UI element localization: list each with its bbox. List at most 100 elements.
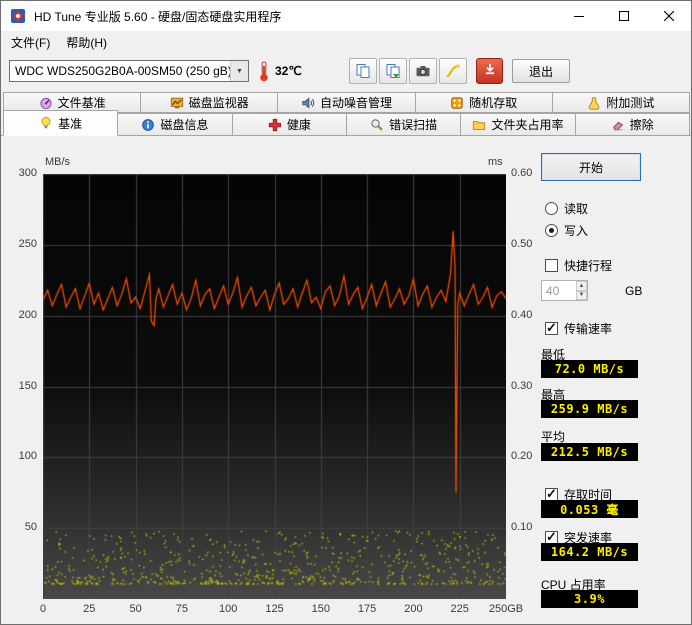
copy-icon <box>355 63 371 79</box>
write-radio-label: 写入 <box>564 224 589 238</box>
tab-row-2: 基准 磁盘信息 健康 错误扫描 文件夹占用率 擦除 <box>1 110 691 136</box>
axis-tick-label: 150 <box>18 379 37 392</box>
file-benchmark-icon <box>39 96 53 110</box>
read-radio[interactable] <box>545 202 558 215</box>
spin-up-icon[interactable]: ▲ <box>576 281 587 291</box>
transfer-rate-row: 传输速率 <box>545 320 612 337</box>
tab-label: 文件夹占用率 <box>491 118 564 132</box>
highlight-button[interactable] <box>439 58 467 84</box>
axis-tick-label: 300 <box>18 167 37 179</box>
toolbar: WDC WDS250G2B0A-00SM50 (250 gB) ▼ 32℃ 退出 <box>1 53 691 89</box>
menu-help[interactable]: 帮助(H) <box>58 32 115 53</box>
disk-info-icon <box>141 118 155 132</box>
disk-monitor-icon <box>170 96 184 110</box>
minimize-button[interactable] <box>556 1 601 31</box>
short-stroke-row: 快捷行程 <box>545 257 612 274</box>
axis-tick-label: 100 <box>219 603 238 615</box>
capacity-input-wrap: ▲ ▼ <box>541 280 588 301</box>
error-scan-icon <box>370 118 384 132</box>
axis-tick-label: 100 <box>18 450 37 463</box>
folder-icon <box>472 118 486 132</box>
maximize-button[interactable] <box>601 1 646 31</box>
tab-label: 随机存取 <box>469 96 518 110</box>
burst-rate-value: 164.2 MB/s <box>541 543 638 561</box>
tab-label: 健康 <box>286 118 311 132</box>
access-time-value: 0.053 毫 <box>541 500 638 518</box>
pages-green-icon <box>385 63 401 79</box>
tab-label: 附加测试 <box>606 96 655 110</box>
tab-label: 磁盘信息 <box>160 118 209 132</box>
tab-label: 磁盘监视器 <box>188 96 249 110</box>
write-radio[interactable] <box>545 224 558 237</box>
exit-button-label: 退出 <box>528 64 553 79</box>
axis-tick-label: 200 <box>18 308 37 321</box>
spin-down-icon[interactable]: ▼ <box>576 290 587 300</box>
tab-disk-monitor[interactable]: 磁盘监视器 <box>140 92 279 113</box>
avg-value: 212.5 MB/s <box>541 443 638 461</box>
tab-error-scan[interactable]: 错误扫描 <box>345 113 462 136</box>
axis-tick-label: 75 <box>175 603 189 615</box>
tab-erase[interactable]: 擦除 <box>574 113 690 136</box>
transfer-rate-label: 传输速率 <box>564 322 613 336</box>
max-value: 259.9 MB/s <box>541 400 638 418</box>
erase-icon <box>611 118 625 132</box>
screenshot-button[interactable] <box>409 58 437 84</box>
axis-tick-label: 250GB <box>488 603 524 615</box>
tab-label: 自动噪音管理 <box>320 96 393 110</box>
axis-tick-label: 25 <box>83 603 96 615</box>
benchmark-page: MB/s ms 300 250 200 150 100 50 0.60 0.50 0.40 0.30 0… <box>1 135 691 624</box>
exit-button[interactable]: 退出 <box>512 59 570 83</box>
update-button[interactable] <box>476 58 503 84</box>
tab-random-access[interactable]: 随机存取 <box>414 92 553 113</box>
close-button[interactable] <box>646 1 691 31</box>
axis-tick-label: 0.60 <box>511 167 533 179</box>
axis-tick-label: 50 <box>24 521 37 534</box>
axis-tick-label: MB/s <box>45 156 71 168</box>
read-radio-label: 读取 <box>564 202 589 216</box>
tab-aam[interactable]: 自动噪音管理 <box>277 92 416 113</box>
axis-tick-label: 150 <box>311 603 330 615</box>
axis-tick-label: 250 <box>18 237 37 250</box>
tab-health[interactable]: 健康 <box>231 113 347 136</box>
drive-select[interactable]: WDC WDS250G2B0A-00SM50 (250 gB) ▼ <box>9 60 249 82</box>
chevron-down-icon[interactable]: ▼ <box>230 61 248 81</box>
axis-tick-label: 0.50 <box>511 237 533 250</box>
axis-tick-label: 0.40 <box>511 308 533 321</box>
short-stroke-checkbox[interactable] <box>545 259 558 272</box>
random-access-icon <box>450 96 464 110</box>
transfer-rate-checkbox[interactable] <box>545 320 558 336</box>
start-button[interactable]: 开始 <box>541 153 641 181</box>
health-icon <box>268 118 282 132</box>
app-logo-icon <box>10 8 26 24</box>
axis-tick-label: 50 <box>129 603 142 615</box>
min-value: 72.0 MB/s <box>541 360 638 378</box>
benchmark-icon <box>39 116 53 130</box>
drive-select-value: WDC WDS250G2B0A-00SM50 (250 gB) <box>15 64 230 78</box>
tab-label: 擦除 <box>629 118 654 132</box>
capacity-unit-label: GB <box>625 284 643 298</box>
menu-file[interactable]: 文件(F) <box>3 32 58 53</box>
axis-tick-label: 0.30 <box>511 379 533 392</box>
tab-benchmark[interactable]: 基准 <box>3 110 119 136</box>
copy-file-button[interactable] <box>379 58 407 84</box>
tab-label: 文件基准 <box>57 96 106 110</box>
temperature-readout: 32℃ <box>275 64 302 78</box>
title-bar: HD Tune 专业版 5.60 - 硬盘/固态硬盘实用程序 <box>1 1 691 31</box>
toolbar-button-group <box>349 58 467 84</box>
menu-bar: 文件(F) 帮助(H) <box>1 31 691 53</box>
tab-folder-usage[interactable]: 文件夹占用率 <box>460 113 576 136</box>
axis-tick-label: 200 <box>404 603 423 615</box>
window-controls <box>556 1 691 31</box>
download-icon <box>483 62 497 81</box>
tab-disk-info[interactable]: 磁盘信息 <box>117 113 233 136</box>
axis-tick-label: 175 <box>357 603 377 615</box>
axis-tick-label: ms <box>488 156 503 168</box>
app-window: HD Tune 专业版 5.60 - 硬盘/固态硬盘实用程序 文件(F) 帮助(… <box>0 0 692 625</box>
axis-tick-label: 125 <box>265 603 284 615</box>
capacity-input[interactable] <box>542 281 576 300</box>
wand-icon <box>445 63 461 79</box>
copy-clipboard-button[interactable] <box>349 58 377 84</box>
tab-extra-tests[interactable]: 附加测试 <box>551 92 691 113</box>
start-button-label: 开始 <box>578 160 603 175</box>
camera-icon <box>415 63 431 79</box>
